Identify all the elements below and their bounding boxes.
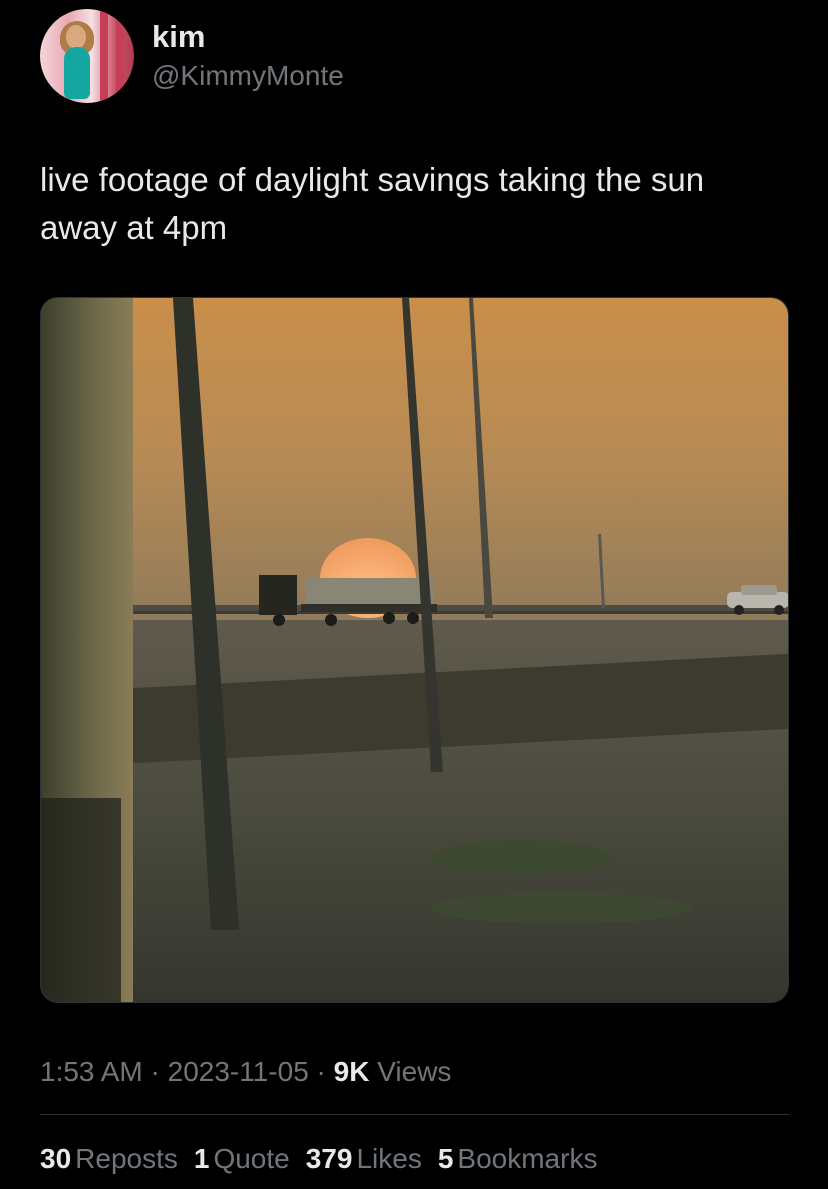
tweet-photo[interactable] bbox=[40, 297, 789, 1003]
tweet-header: kim @KimmyMonte bbox=[40, 6, 344, 106]
avatar[interactable] bbox=[40, 9, 134, 103]
avatar-background-stripe bbox=[100, 9, 108, 103]
user-handle[interactable]: @KimmyMonte bbox=[152, 59, 344, 93]
avatar-head bbox=[66, 25, 86, 49]
window-frame-shadow bbox=[41, 798, 121, 1002]
quotes-stat[interactable]: 1 Quote bbox=[194, 1138, 290, 1180]
reposts-label: Reposts bbox=[75, 1143, 178, 1174]
bookmarks-label: Bookmarks bbox=[457, 1143, 598, 1174]
engagement-stats: 30 Reposts 1 Quote 379 Likes 5 Bookmarks bbox=[40, 1138, 613, 1180]
tweet-date[interactable]: 2023-11-05 bbox=[168, 1056, 309, 1087]
grass-patch bbox=[431, 840, 611, 876]
sunset-photo-image bbox=[41, 298, 788, 1002]
tweet-time[interactable]: 1:53 AM bbox=[40, 1056, 143, 1087]
views-count: 9K bbox=[333, 1056, 370, 1087]
guard-rail bbox=[121, 605, 788, 611]
meta-separator: · bbox=[308, 1056, 334, 1087]
tweet-detail: kim @KimmyMonte live footage of daylight… bbox=[0, 0, 828, 1189]
likes-stat[interactable]: 379 Likes bbox=[306, 1138, 422, 1180]
author-names: kim @KimmyMonte bbox=[152, 19, 344, 93]
likes-label: Likes bbox=[356, 1143, 422, 1174]
display-name[interactable]: kim bbox=[152, 19, 344, 55]
bookmarks-count: 5 bbox=[437, 1143, 454, 1174]
quotes-label: Quote bbox=[213, 1143, 290, 1174]
views-label: Views bbox=[369, 1056, 452, 1087]
tweet-text: live footage of daylight savings taking … bbox=[40, 161, 705, 246]
likes-count: 379 bbox=[305, 1143, 353, 1174]
avatar-background-stripe bbox=[116, 9, 124, 103]
bookmarks-stat[interactable]: 5 Bookmarks bbox=[438, 1138, 598, 1180]
divider bbox=[40, 1114, 789, 1115]
avatar-dress bbox=[64, 47, 90, 99]
meta-separator: · bbox=[142, 1056, 168, 1087]
grass-patch bbox=[431, 892, 691, 924]
guard-rail-shadow bbox=[121, 611, 788, 614]
tweet-meta: 1:53 AM · 2023-11-05 · 9K Views bbox=[40, 1052, 451, 1092]
reposts-stat[interactable]: 30 Reposts bbox=[40, 1138, 178, 1180]
quotes-count: 1 bbox=[193, 1143, 210, 1174]
reposts-count: 30 bbox=[40, 1143, 72, 1174]
